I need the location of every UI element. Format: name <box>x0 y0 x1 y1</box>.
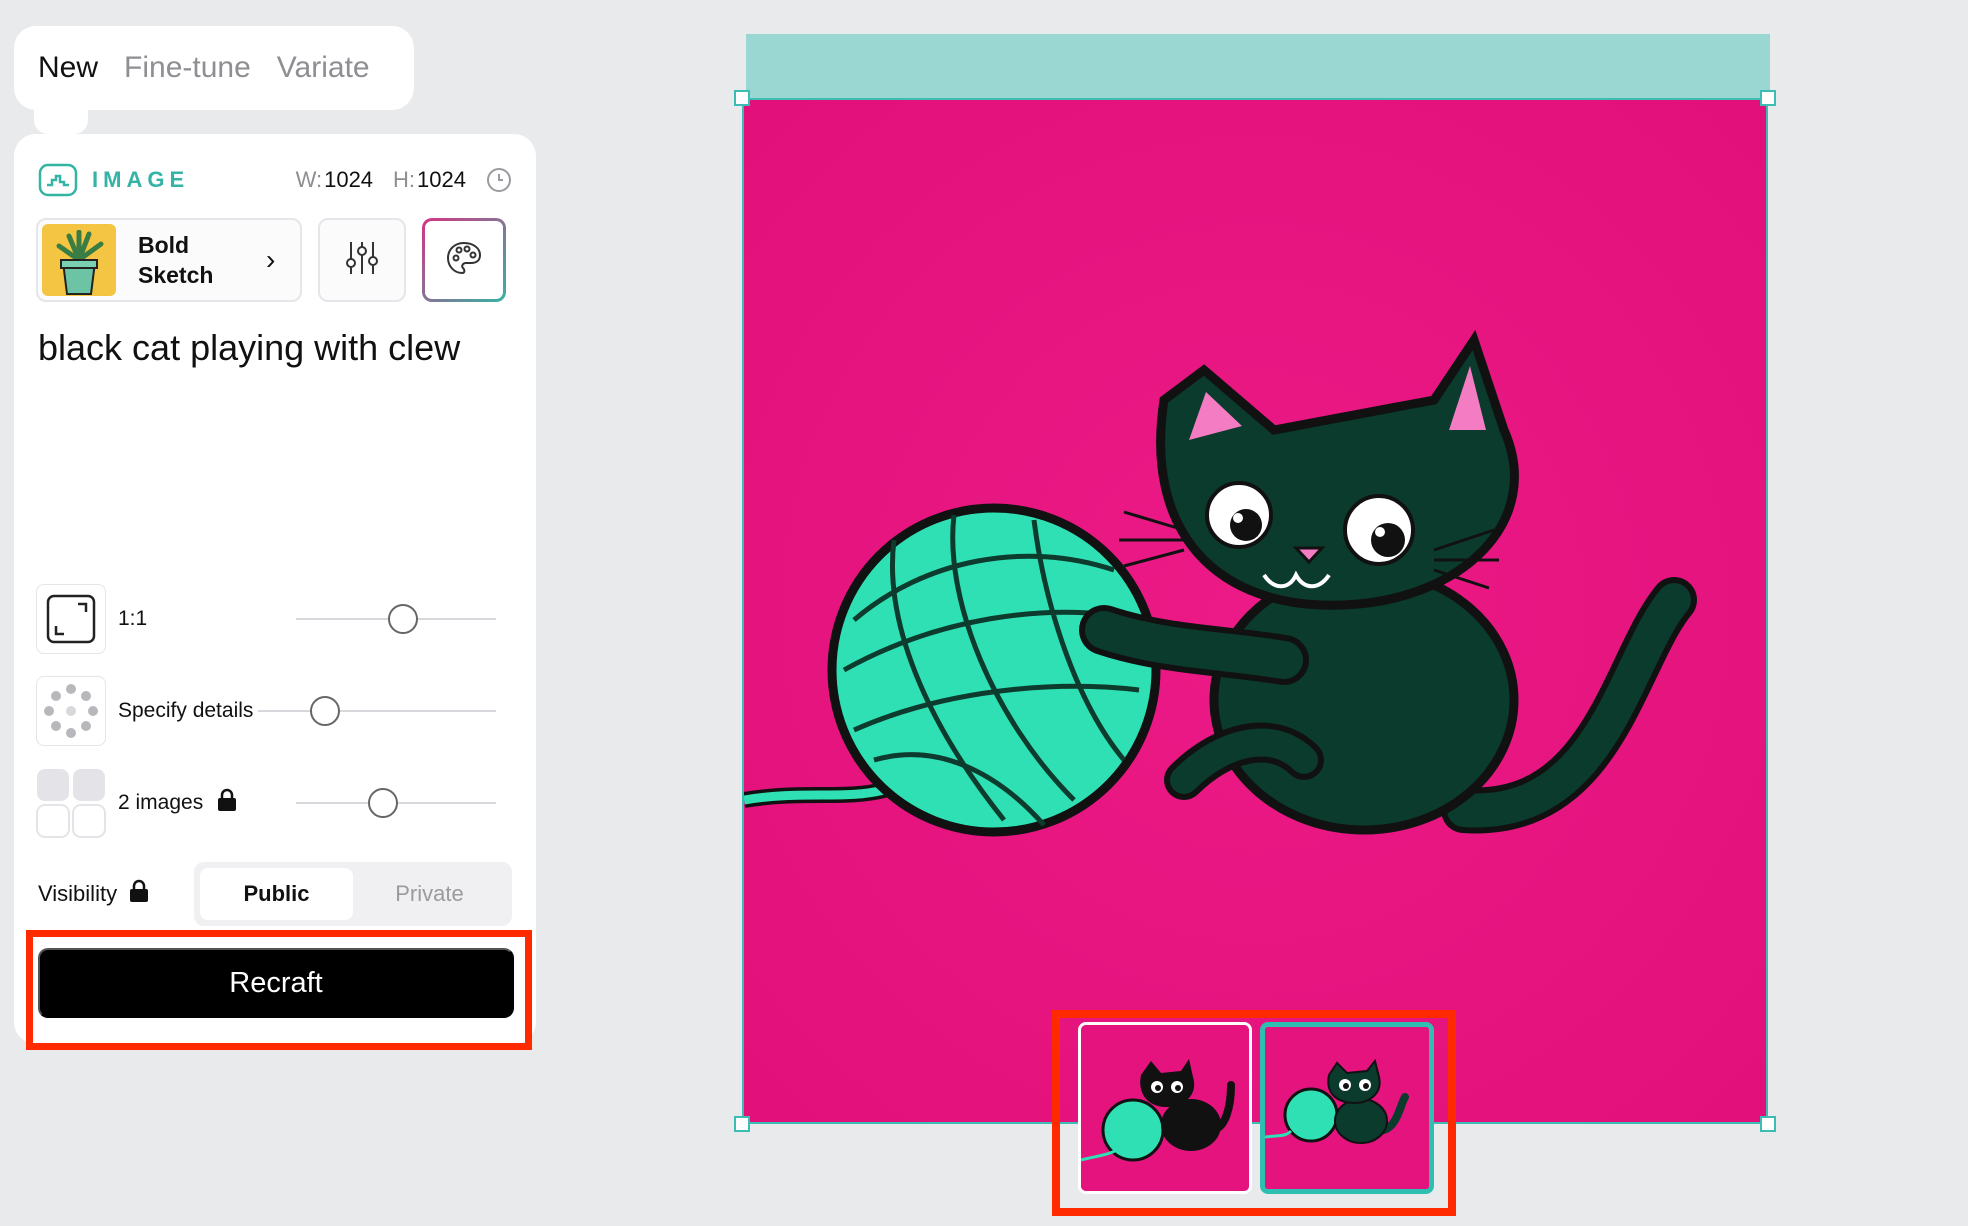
resize-handle-top-left[interactable] <box>734 90 750 106</box>
palette-button[interactable] <box>422 218 506 302</box>
style-name-line2: Sketch <box>138 262 214 288</box>
visibility-private[interactable]: Private <box>353 868 506 920</box>
recraft-highlight <box>26 930 532 1050</box>
aspect-ratio-slider-knob[interactable] <box>388 604 418 634</box>
height-key: H: <box>393 167 416 192</box>
dimensions[interactable]: W:1024 H:1024 <box>296 167 466 193</box>
lock-icon <box>129 879 149 909</box>
style-name: Bold Sketch <box>138 230 248 290</box>
aspect-ratio-row: 1:1 <box>36 584 512 654</box>
tab-variate[interactable]: Variate <box>277 51 370 85</box>
visibility-text: Visibility <box>38 881 118 906</box>
details-slider-track <box>258 710 496 712</box>
mode-tabs: New Fine-tune Variate <box>14 26 414 110</box>
width-key: W: <box>295 167 323 192</box>
style-name-line1: Bold <box>138 232 190 258</box>
details-row: Specify details <box>36 676 512 746</box>
visibility-toggle: Public Private <box>194 862 512 926</box>
settings-button[interactable] <box>318 218 406 302</box>
style-row: Bold Sketch › <box>36 218 514 304</box>
style-selector-button[interactable]: Bold Sketch › <box>36 218 302 302</box>
tab-new[interactable]: New <box>38 51 98 85</box>
canvas-frame-header <box>746 34 1770 98</box>
aspect-ratio-label: 1:1 <box>118 607 148 630</box>
aspect-ratio-icon[interactable] <box>36 584 106 654</box>
resize-handle-bottom-right[interactable] <box>1760 1116 1776 1132</box>
details-icon[interactable] <box>36 676 106 746</box>
details-slider-knob[interactable] <box>310 696 340 726</box>
images-count-row: 2 images <box>36 768 512 838</box>
resize-handle-top-right[interactable] <box>1760 90 1776 106</box>
visibility-row: Visibility Public Private <box>38 862 512 926</box>
images-count-label: 2 images <box>118 788 237 818</box>
tab-fine-tune[interactable]: Fine-tune <box>124 51 251 85</box>
prompt-input[interactable]: black cat playing with clew <box>38 324 516 372</box>
images-count-slider-knob[interactable] <box>368 788 398 818</box>
resize-handle-bottom-left[interactable] <box>734 1116 750 1132</box>
generation-panel: IMAGE W:1024 H:1024 Bold Sketch › black … <box>14 134 536 1044</box>
image-icon <box>38 163 78 197</box>
type-label: IMAGE <box>92 167 190 192</box>
details-label: Specify details <box>118 699 254 722</box>
visibility-label: Visibility <box>38 879 149 909</box>
palette-icon <box>445 239 483 282</box>
thumbnails-highlight <box>1052 1010 1456 1216</box>
height-value: 1024 <box>417 167 466 192</box>
tab-connector <box>34 110 88 134</box>
chevron-right-icon: › <box>266 244 276 275</box>
panel-header: IMAGE W:1024 H:1024 <box>38 160 512 200</box>
generated-image[interactable] <box>742 98 1768 1124</box>
plant-icon <box>42 224 116 296</box>
images-count-text: 2 images <box>118 791 204 814</box>
clock-icon[interactable] <box>486 167 512 193</box>
visibility-public[interactable]: Public <box>200 868 353 920</box>
width-value: 1024 <box>324 167 374 192</box>
sliders-icon <box>343 239 381 282</box>
lock-icon <box>217 788 237 818</box>
images-grid-icon[interactable] <box>36 768 106 838</box>
